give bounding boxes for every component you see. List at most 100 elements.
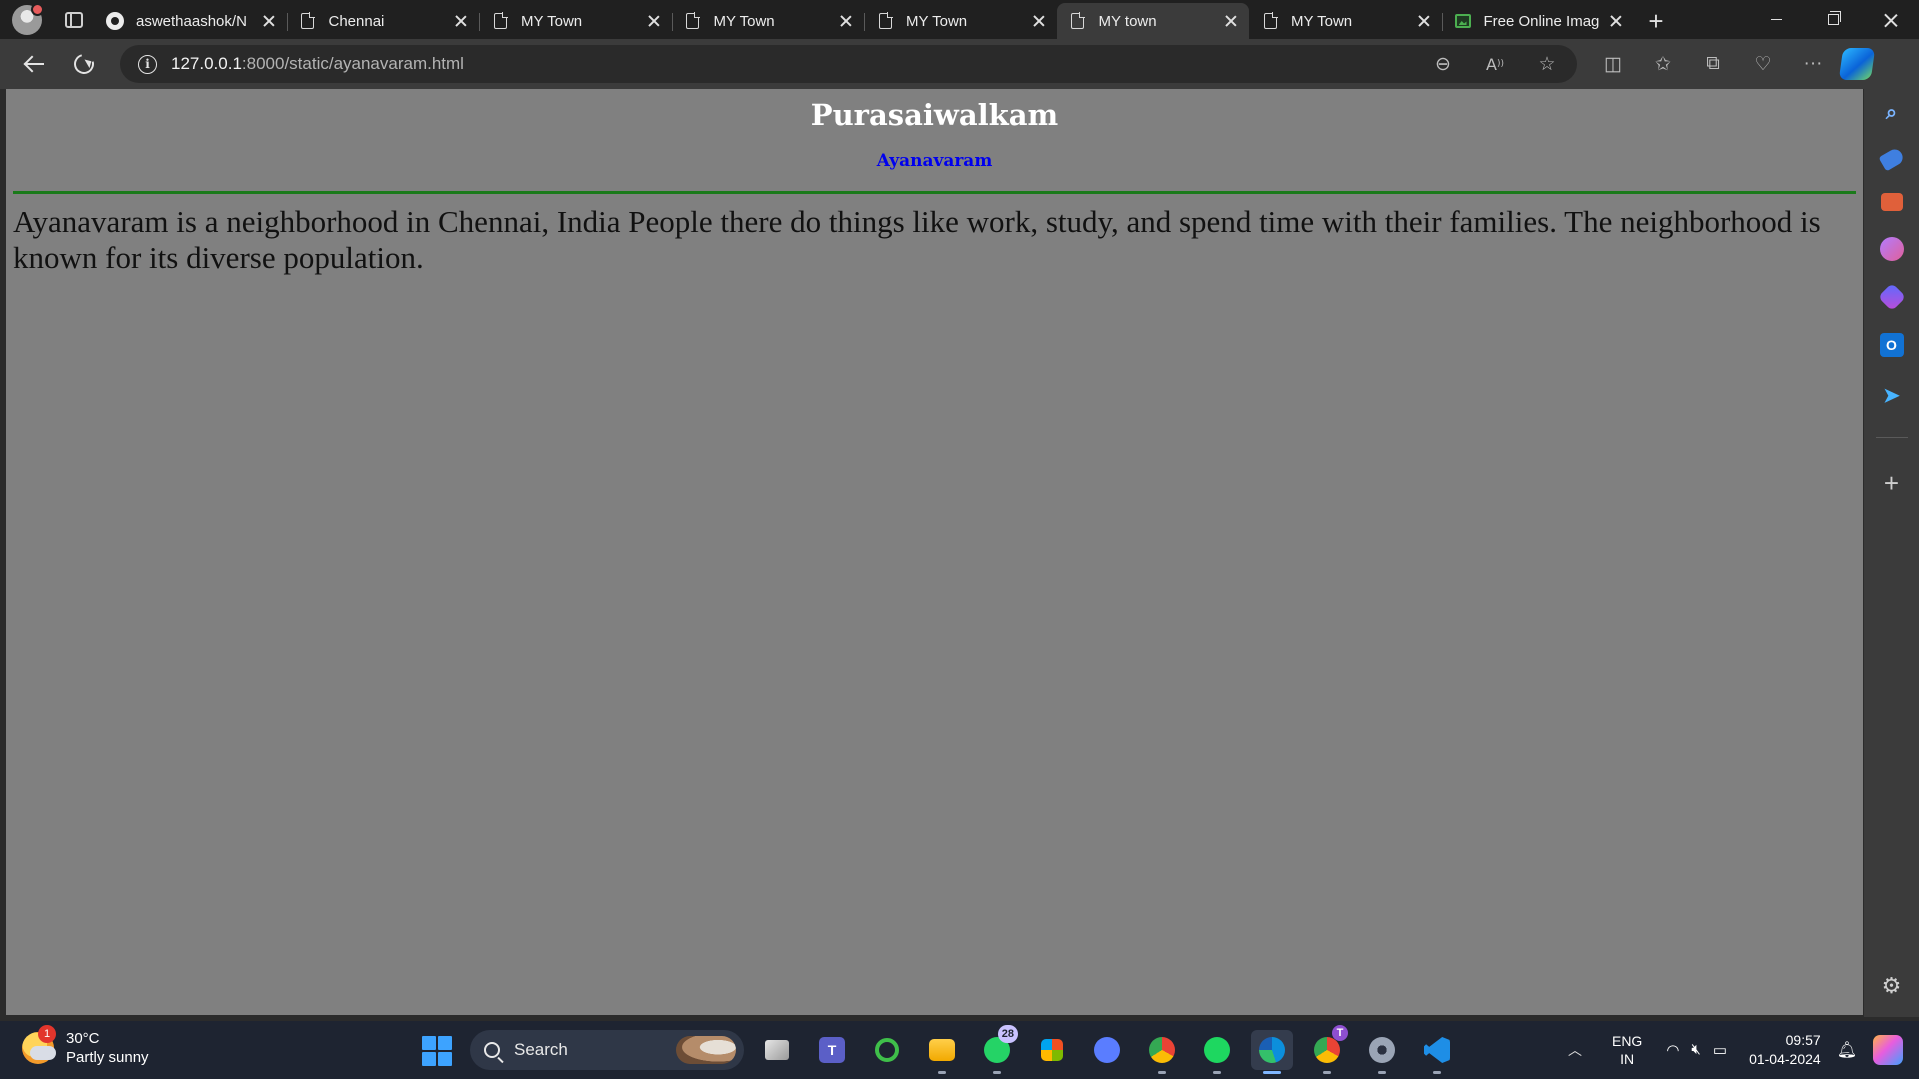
copilot-icon[interactable] [1838,48,1876,80]
spotify-app[interactable] [1196,1030,1238,1074]
store-app[interactable] [1031,1030,1073,1070]
tab-my-town-3[interactable]: MY Town [864,3,1057,39]
games-icon[interactable] [1879,237,1904,261]
shopping-tag-icon[interactable] [1877,146,1906,172]
tab-close-icon[interactable] [838,13,854,29]
image-icon [1454,12,1472,30]
edge-app[interactable] [1251,1030,1293,1074]
site-info-icon[interactable]: i [138,54,157,74]
tab-close-icon[interactable] [1223,13,1239,29]
weather-widget[interactable]: 1 30°C Partly sunny [22,1025,149,1067]
chrome-icon [1314,1037,1340,1063]
close-icon [1884,13,1898,27]
back-arrow-icon [24,56,44,72]
chrome-icon [1149,1037,1175,1063]
green-circle-icon [875,1038,899,1062]
vscode-app[interactable] [1416,1030,1458,1074]
reload-button[interactable] [62,44,106,84]
show-hidden-icons-button[interactable]: ︿ [1568,1040,1582,1060]
tab-close-icon[interactable] [646,13,662,29]
sidebar-settings-icon[interactable]: ⚙ [1882,973,1902,999]
restore-icon [1828,11,1841,25]
url-host: 127.0.0.1 [171,54,242,73]
zoom-out-icon[interactable]: ⊖ [1427,48,1459,80]
tab-close-icon[interactable] [261,13,277,29]
microsoft-365-icon[interactable] [1877,282,1906,312]
whatsapp-app[interactable]: 28 [976,1025,1018,1074]
profile-button[interactable] [0,0,54,39]
send-icon[interactable]: ➤ [1880,383,1904,407]
address-bar[interactable]: i 127.0.0.1:8000/static/ayanavaram.html … [120,45,1577,83]
blue-a-icon [1094,1037,1120,1063]
task-view-icon [765,1040,789,1060]
tab-my-town-active[interactable]: MY town [1056,3,1249,39]
tab-close-icon[interactable] [1031,13,1047,29]
app-launcher[interactable] [1086,1030,1128,1070]
chrome-app[interactable] [1141,1030,1183,1074]
tools-briefcase-icon[interactable] [1880,193,1903,211]
edge-icon [1259,1037,1285,1063]
refresh-app[interactable] [866,1030,908,1070]
settings-app[interactable] [1361,1030,1403,1074]
language-indicator[interactable]: ENG IN [1612,1032,1642,1068]
tab-free-online-image[interactable]: Free Online Imag [1441,3,1635,39]
page-icon [876,12,894,30]
back-button[interactable] [12,44,56,84]
whatsapp-badge: 28 [997,1025,1018,1043]
page-paragraph: Ayanavaram is a neighborhood in Chennai,… [13,204,1821,275]
ayanavaram-link[interactable]: Ayanavaram [6,151,1863,171]
lang-top: ENG [1611,1033,1643,1049]
clock[interactable]: 09:57 01-04-2024 [1749,1031,1821,1069]
tab-github[interactable]: aswethaashok/N [94,3,287,39]
tab-close-icon[interactable] [1608,13,1624,29]
folder-icon [929,1039,955,1061]
tab-title: Chennai [328,12,385,30]
url-text[interactable]: 127.0.0.1:8000/static/ayanavaram.html [171,54,464,74]
tab-my-town-1[interactable]: MY Town [479,3,672,39]
quick-settings[interactable]: ◠ 🔇︎ ▭ [1666,1041,1727,1059]
tab-title: Free Online Imag [1483,12,1600,30]
tab-close-icon[interactable] [1416,13,1432,29]
file-explorer-app[interactable] [921,1030,963,1074]
teams-app[interactable]: T [811,1030,853,1070]
chrome-profile-app[interactable]: T [1306,1025,1348,1074]
clock-date: 01-04-2024 [1749,1051,1821,1067]
search-highlight-image [676,1036,736,1064]
window-controls [1748,0,1919,39]
add-sidebar-app-icon[interactable]: + [1884,468,1899,499]
collections-icon[interactable]: ⧉ [1697,48,1729,80]
read-aloud-icon[interactable]: A)) [1479,48,1511,80]
outlook-icon[interactable]: O [1879,333,1904,357]
page-heading: Purasaiwalkam [810,98,1059,132]
tab-my-town-2[interactable]: MY Town [671,3,865,39]
tab-title: MY Town [906,12,968,30]
tab-chennai[interactable]: Chennai [286,3,480,39]
minimize-button[interactable] [1748,0,1805,39]
tab-title: MY Town [1291,12,1353,30]
copilot-taskbar-icon[interactable] [1873,1035,1903,1065]
tab-title: aswethaashok/N [136,12,247,30]
minimize-icon [1771,18,1782,21]
profile-avatar-icon [12,2,44,35]
lang-bottom: IN [1620,1051,1635,1067]
browser-essentials-icon[interactable]: ♡ [1747,48,1779,80]
weather-badge: 1 [38,1025,56,1043]
tab-my-town-4[interactable]: MY Town [1249,3,1442,39]
close-window-button[interactable] [1862,0,1919,39]
more-options-icon[interactable]: ··· [1797,48,1829,80]
speaker-muted-icon: 🔇︎ [1691,1041,1701,1058]
restore-button[interactable] [1805,0,1862,39]
start-button[interactable] [422,1036,452,1066]
favorite-star-icon[interactable]: ☆ [1531,48,1563,80]
sidebar-search-icon[interactable]: ⌕ [1880,101,1904,125]
search-label: Search [514,1040,568,1059]
tab-close-icon[interactable] [453,13,469,29]
favorites-icon[interactable]: ✩ [1647,48,1679,80]
tab-actions-button[interactable] [54,0,94,39]
split-screen-icon[interactable]: ◫ [1597,48,1629,80]
new-tab-button[interactable]: + [1634,3,1678,39]
task-view-app[interactable] [756,1030,798,1070]
taskbar-search[interactable]: Search [470,1030,744,1070]
notification-bell-icon[interactable]: 🔔︎ [1837,1040,1857,1060]
page-icon [684,12,702,30]
